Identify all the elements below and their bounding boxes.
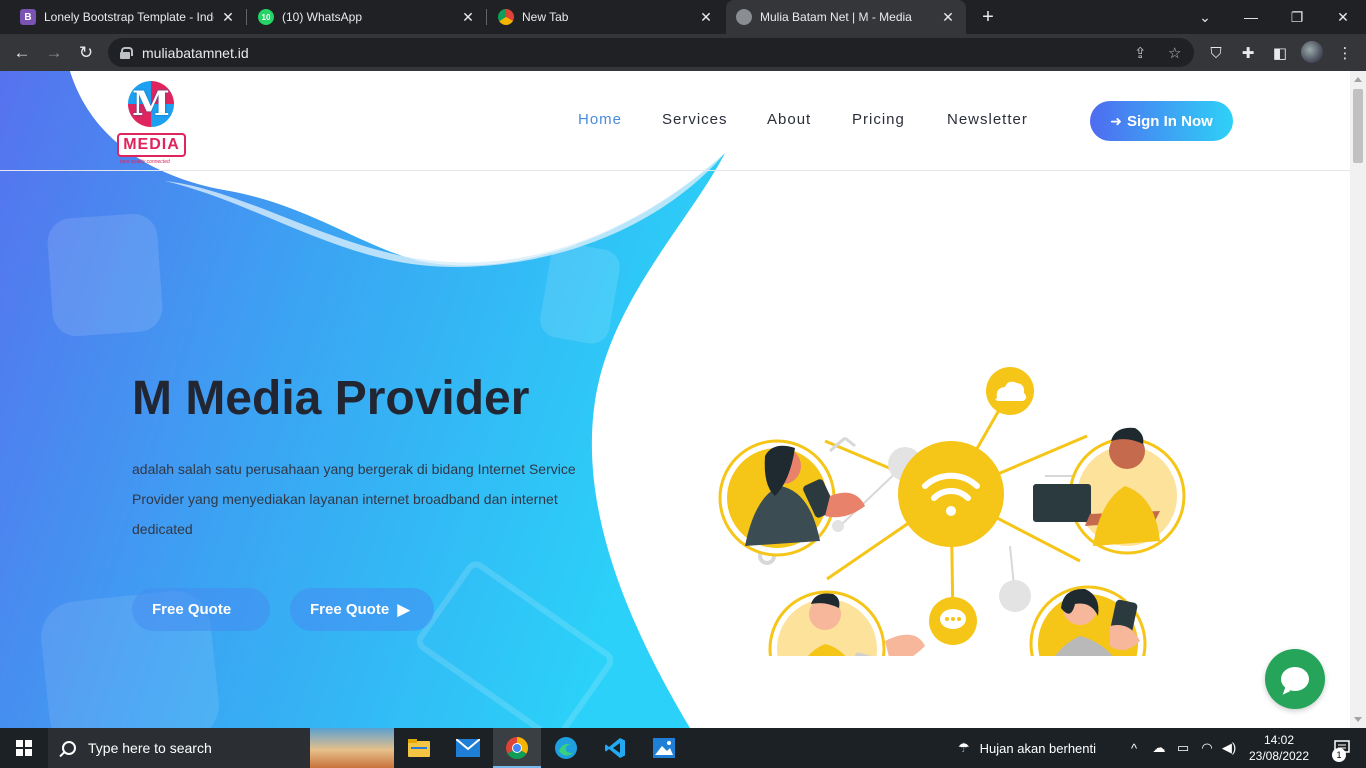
scroll-down-arrow-icon[interactable]: [1354, 717, 1362, 722]
browser-tab-strip: B Lonely Bootstrap Template - Inde ✕ 10 …: [0, 0, 1366, 34]
weather-text: Hujan akan berhenti: [979, 740, 1097, 756]
tab-separator: [486, 9, 487, 25]
nav-services[interactable]: Services: [662, 111, 728, 128]
tab-lonely-bootstrap[interactable]: B Lonely Bootstrap Template - Inde ✕: [10, 0, 246, 34]
tab-title: Mulia Batam Net | M - Media: [760, 10, 912, 24]
bookmark-star-icon[interactable]: ☆: [1168, 38, 1181, 67]
close-window-button[interactable]: ✕: [1320, 0, 1366, 34]
close-icon[interactable]: ✕: [460, 9, 476, 25]
free-quote-apple-button[interactable]: Free Quote: [132, 588, 270, 631]
weather-widget[interactable]: ☂ Hujan akan berhenti: [958, 728, 1096, 768]
m-media-logo[interactable]: M MEDIA best quality connected: [116, 81, 188, 165]
close-icon[interactable]: ✕: [220, 9, 236, 25]
clock-date: 23/08/2022: [1248, 749, 1310, 763]
reload-button[interactable]: ↻: [73, 40, 99, 66]
search-highlight-image[interactable]: [310, 728, 394, 768]
logo-wordmark: MEDIA: [117, 133, 186, 157]
umbrella-icon: ☂: [958, 740, 970, 755]
close-icon[interactable]: ✕: [698, 9, 714, 25]
photos-icon[interactable]: [640, 728, 688, 768]
shield-extension-icon[interactable]: ⛉: [1203, 40, 1229, 66]
hero-description: adalah salah satu perusahaan yang berger…: [132, 461, 576, 537]
tab-title: New Tab: [522, 10, 569, 24]
tab-separator: [246, 9, 247, 25]
tab-search-icon[interactable]: ⌄: [1182, 0, 1228, 34]
system-clock[interactable]: 14:02 23/08/2022: [1244, 732, 1314, 764]
browser-toolbar: ← → ↻ muliabatamnet.id ⇪ ☆ ⛉ ✚ ◧ ⋮: [0, 34, 1366, 71]
hero-title: M Media Provider: [132, 372, 530, 425]
close-icon[interactable]: ✕: [940, 9, 956, 25]
free-quote-label: Free Quote: [152, 601, 232, 618]
menu-dots-icon[interactable]: ⋮: [1332, 40, 1358, 66]
file-explorer-icon[interactable]: [395, 728, 443, 768]
onedrive-cloud-icon[interactable]: ☁: [1148, 728, 1170, 768]
tab-title: (10) WhatsApp: [282, 10, 363, 24]
edge-icon[interactable]: [542, 728, 590, 768]
battery-icon[interactable]: ▭: [1172, 728, 1194, 768]
profile-avatar[interactable]: [1301, 41, 1323, 63]
volume-icon[interactable]: ◀): [1218, 728, 1240, 768]
nav-newsletter[interactable]: Newsletter: [947, 111, 1028, 128]
puzzle-extensions-icon[interactable]: ✚: [1235, 40, 1261, 66]
bootstrap-favicon-icon: B: [20, 9, 36, 25]
search-icon: [62, 741, 76, 755]
chat-widget-button[interactable]: [1265, 649, 1325, 709]
start-button[interactable]: [0, 728, 48, 768]
sign-in-button[interactable]: ➜ Sign In Now: [1090, 101, 1233, 141]
tab-title: Lonely Bootstrap Template - Inde: [44, 10, 214, 24]
sign-in-label: Sign In Now: [1126, 112, 1213, 130]
play-store-icon: ▶: [397, 599, 411, 619]
search-placeholder: Type here to search: [88, 740, 212, 756]
web-page: M MEDIA best quality connected Home Serv…: [0, 71, 1350, 728]
notification-count-badge: 1: [1332, 748, 1346, 762]
minimize-button[interactable]: —: [1228, 0, 1274, 34]
restore-button[interactable]: ❐: [1274, 0, 1320, 34]
nav-home[interactable]: Home: [578, 111, 622, 128]
windows-taskbar: Type here to search ☂ Hujan akan berhent…: [0, 728, 1366, 768]
nav-pricing[interactable]: Pricing: [852, 111, 905, 128]
address-bar[interactable]: muliabatamnet.id ⇪ ☆: [108, 38, 1194, 67]
navbar-divider: [0, 170, 1350, 171]
tab-whatsapp[interactable]: 10 (10) WhatsApp ✕: [248, 0, 486, 34]
forward-button[interactable]: →: [41, 40, 67, 66]
side-panel-icon[interactable]: ◧: [1267, 40, 1293, 66]
sign-in-icon: ➜: [1110, 112, 1122, 129]
share-icon[interactable]: ⇪: [1134, 38, 1147, 67]
globe-icon: [736, 9, 752, 25]
nav-about[interactable]: About: [767, 111, 811, 128]
scroll-up-arrow-icon[interactable]: [1354, 77, 1362, 82]
clock-time: 14:02: [1263, 733, 1295, 747]
free-quote-play-button[interactable]: Free Quote ▶: [290, 588, 434, 631]
url-text[interactable]: muliabatamnet.id: [142, 45, 249, 61]
new-tab-button[interactable]: +: [976, 5, 1000, 29]
tab-mulia-batam[interactable]: Mulia Batam Net | M - Media ✕: [726, 0, 966, 34]
windows-logo-icon: [16, 740, 32, 756]
logo-m-mark: M: [128, 81, 174, 127]
wifi-icon[interactable]: ◠: [1196, 728, 1218, 768]
back-button[interactable]: ←: [9, 40, 35, 66]
network-people-illustration: [718, 367, 1186, 656]
whatsapp-favicon-icon: 10: [258, 9, 274, 25]
logo-tagline: best quality connected: [120, 159, 170, 165]
chrome-favicon-icon: [498, 9, 514, 25]
show-hidden-icons-chevron-icon[interactable]: ^: [1124, 728, 1144, 768]
chat-bubble-icon: [1281, 667, 1309, 691]
lock-icon[interactable]: [120, 46, 133, 59]
mail-icon[interactable]: [444, 728, 492, 768]
page-scrollbar[interactable]: [1350, 71, 1366, 728]
scroll-thumb[interactable]: [1353, 89, 1363, 163]
tab-new-tab[interactable]: New Tab ✕: [488, 0, 724, 34]
vscode-icon[interactable]: [591, 728, 639, 768]
site-navbar: M MEDIA best quality connected Home Serv…: [0, 71, 1350, 170]
free-quote-label: Free Quote: [310, 601, 390, 618]
chrome-taskbar-icon[interactable]: [493, 728, 541, 768]
